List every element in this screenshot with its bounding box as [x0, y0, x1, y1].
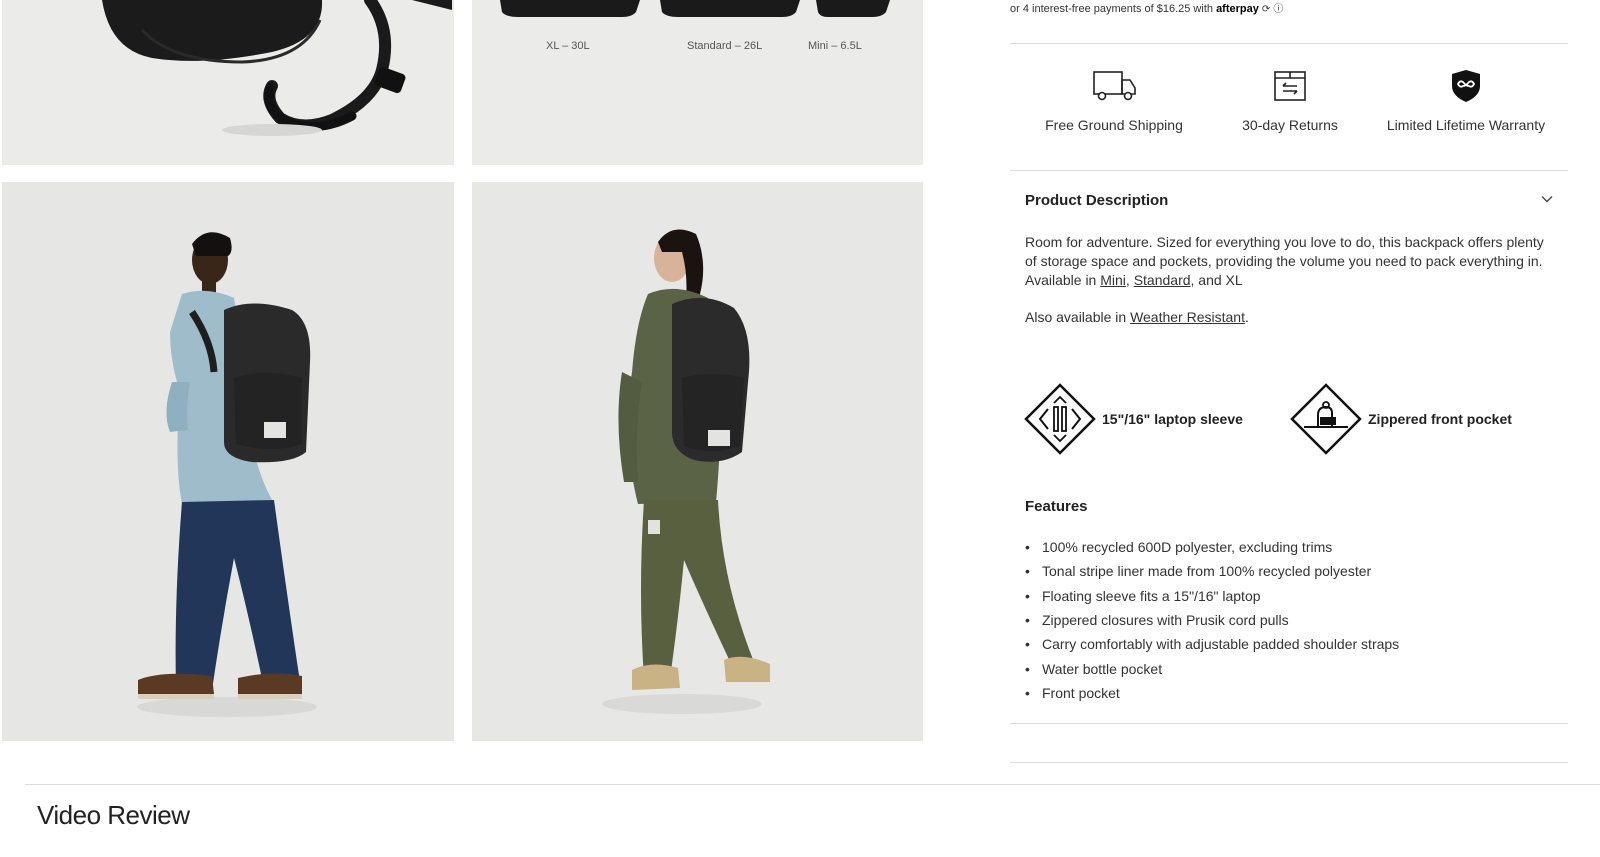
product-description-body: Room for adventure. Sized for everything… — [1025, 233, 1555, 327]
afterpay-installments: or 4 interest-free payments of $16.25 wi… — [1010, 0, 1283, 15]
also-prefix: Also available in — [1025, 309, 1131, 325]
section-divider — [25, 784, 1600, 785]
truck-icon — [1093, 71, 1136, 101]
chevron-down-icon[interactable] — [1541, 195, 1553, 203]
size-label-mini: Mini – 6.5L — [808, 40, 862, 52]
afterpay-loop-icon: ⟳ — [1261, 4, 1271, 15]
afterpay-text: or 4 interest-free payments of $16.25 wi… — [1010, 3, 1213, 15]
perk-warranty: Limited Lifetime Warranty — [1375, 66, 1557, 133]
divider — [1010, 762, 1568, 763]
also-suffix: . — [1244, 309, 1249, 325]
available-suffix: , and XL — [1190, 272, 1243, 288]
warranty-shield-icon — [1452, 70, 1480, 102]
video-review-heading: Video Review — [37, 800, 190, 830]
product-gallery: XL – 30L Standard – 26L Mini – 6.5L — [0, 0, 923, 741]
size-label-xl: XL – 30L — [546, 40, 590, 52]
link-weather-resistant[interactable]: Weather Resistant — [1130, 309, 1245, 325]
also-available: Also available in Weather Resistant. — [1025, 308, 1555, 327]
model-woman-photo — [602, 229, 770, 714]
list-item: Carry comfortably with adjustable padded… — [1025, 632, 1399, 656]
model-man-photo — [137, 232, 317, 717]
backpack-straps-image — [102, 0, 452, 136]
divider — [1010, 170, 1568, 171]
feature-badge-label: Zippered front pocket — [1368, 411, 1512, 427]
list-item: 100% recycled 600D polyester, excluding … — [1025, 535, 1399, 559]
available-sizes: Available in Mini, Standard, and XL — [1025, 271, 1555, 290]
divider — [1010, 43, 1568, 44]
perk-free-shipping: Free Ground Shipping — [1026, 66, 1202, 133]
list-item: Tonal stripe liner made from 100% recycl… — [1025, 559, 1399, 583]
list-item: Zippered closures with Prusik cord pulls — [1025, 608, 1399, 632]
gallery-image-model-man[interactable] — [2, 182, 454, 741]
product-description-heading[interactable]: Product Description — [1025, 192, 1168, 209]
feature-badge-label: 15"/16" laptop sleeve — [1102, 411, 1243, 427]
laptop-sleeve-icon — [1024, 383, 1096, 455]
gallery-image-model-woman[interactable] — [472, 182, 923, 741]
available-prefix: Available in — [1025, 272, 1101, 288]
gallery-image-size-comparison[interactable]: XL – 30L Standard – 26L Mini – 6.5L — [472, 0, 923, 165]
description-text: Room for adventure. Sized for everything… — [1025, 234, 1544, 269]
feature-badge-front-pocket: Zippered front pocket — [1290, 383, 1512, 455]
link-mini[interactable]: Mini — [1100, 272, 1126, 288]
list-item: Water bottle pocket — [1025, 656, 1399, 680]
returns-box-icon — [1274, 71, 1306, 101]
info-icon[interactable]: ⓘ — [1273, 4, 1283, 15]
front-pocket-icon — [1290, 383, 1362, 455]
features-list: 100% recycled 600D polyester, excluding … — [1025, 535, 1399, 705]
list-item: Front pocket — [1025, 681, 1399, 705]
features-heading: Features — [1025, 498, 1088, 515]
list-item: Floating sleeve fits a 15"/16" laptop — [1025, 584, 1399, 608]
gallery-image-backpack-straps[interactable] — [2, 0, 454, 165]
available-separator: , — [1125, 272, 1134, 288]
divider — [1010, 723, 1568, 724]
perk-label: Limited Lifetime Warranty — [1386, 117, 1546, 133]
perk-returns: 30-day Returns — [1202, 66, 1378, 133]
afterpay-logo: afterpay — [1216, 3, 1259, 15]
feature-badge-laptop-sleeve: 15"/16" laptop sleeve — [1024, 383, 1243, 455]
link-standard[interactable]: Standard — [1134, 272, 1191, 288]
backpack-sizes-image — [500, 0, 890, 17]
perk-label: 30-day Returns — [1242, 117, 1338, 133]
size-label-standard: Standard – 26L — [687, 40, 763, 52]
perk-label: Free Ground Shipping — [1045, 117, 1183, 133]
